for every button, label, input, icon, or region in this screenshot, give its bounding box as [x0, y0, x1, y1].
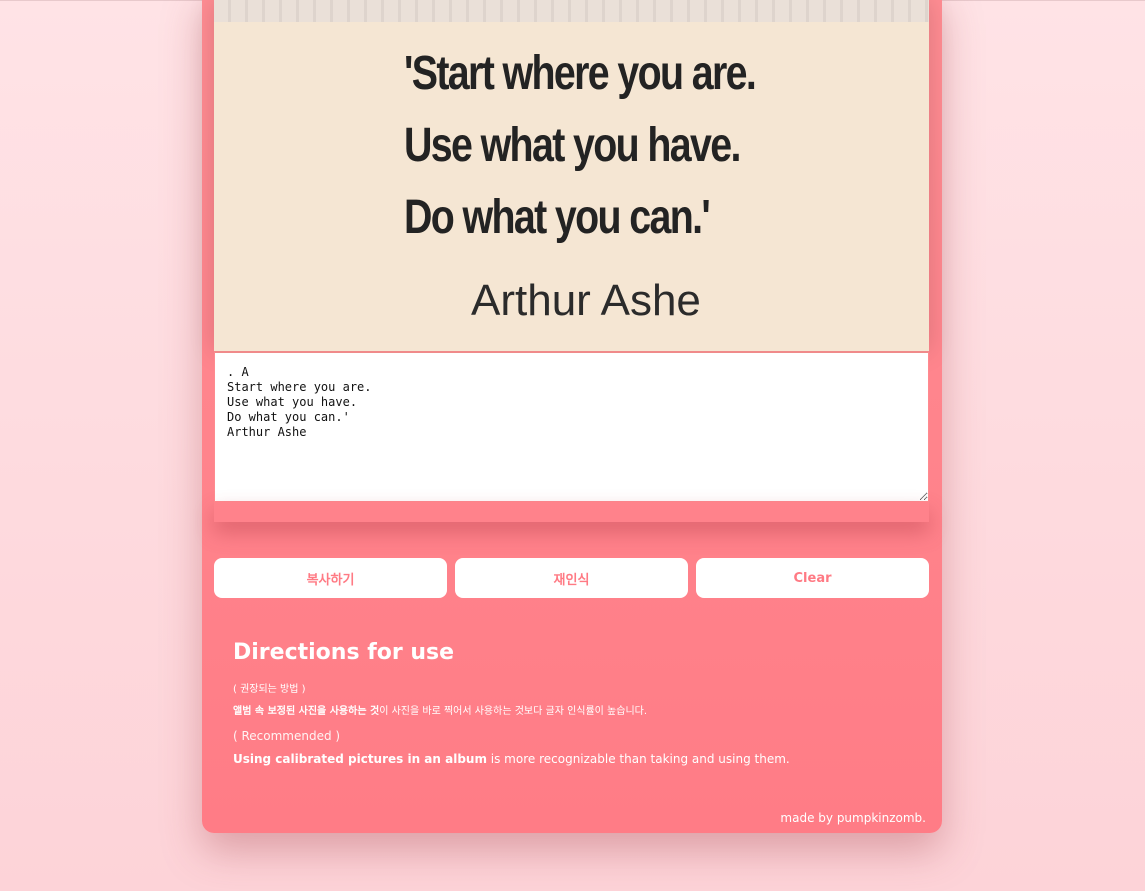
directions-title: Directions for use — [233, 640, 455, 665]
clear-button[interactable]: Clear — [696, 558, 929, 598]
korean-recommended-label: ( 권장되는 방법 ) — [233, 684, 306, 695]
recognize-again-button[interactable]: 재인식 — [455, 558, 688, 598]
quote-line-2: Use what you have. — [404, 119, 741, 172]
korean-description-rest: 이 사진을 바로 찍어서 사용하는 것보다 글자 인식률이 높습니다. — [379, 706, 648, 717]
korean-description: 앨범 속 보정된 사진을 사용하는 것이 사진을 바로 찍어서 사용하는 것보다… — [233, 702, 647, 717]
copy-button[interactable]: 복사하기 — [214, 558, 447, 598]
quote-author: Arthur Ashe — [471, 276, 701, 325]
korean-description-bold: 앨범 속 보정된 사진을 사용하는 것 — [233, 706, 380, 717]
quote-line-1: 'Start where you are. — [404, 47, 757, 100]
image-top-strip — [214, 0, 929, 22]
uploaded-image: 'Start where you are. Use what you have.… — [214, 0, 929, 351]
english-description-rest: is more recognizable than taking and usi… — [486, 752, 790, 766]
quote-line-3: Do what you can.' — [404, 191, 711, 244]
english-description-bold: Using calibrated pictures in an album — [233, 752, 487, 766]
main-card: 'Start where you are. Use what you have.… — [202, 0, 942, 833]
textarea-shadow — [214, 502, 929, 522]
ocr-result-textarea[interactable] — [214, 351, 929, 502]
english-recommended-label: ( Recommended ) — [233, 729, 341, 743]
english-description: Using calibrated pictures in an album is… — [233, 752, 790, 766]
author-credit: made by pumpkinzomb. — [780, 811, 926, 825]
